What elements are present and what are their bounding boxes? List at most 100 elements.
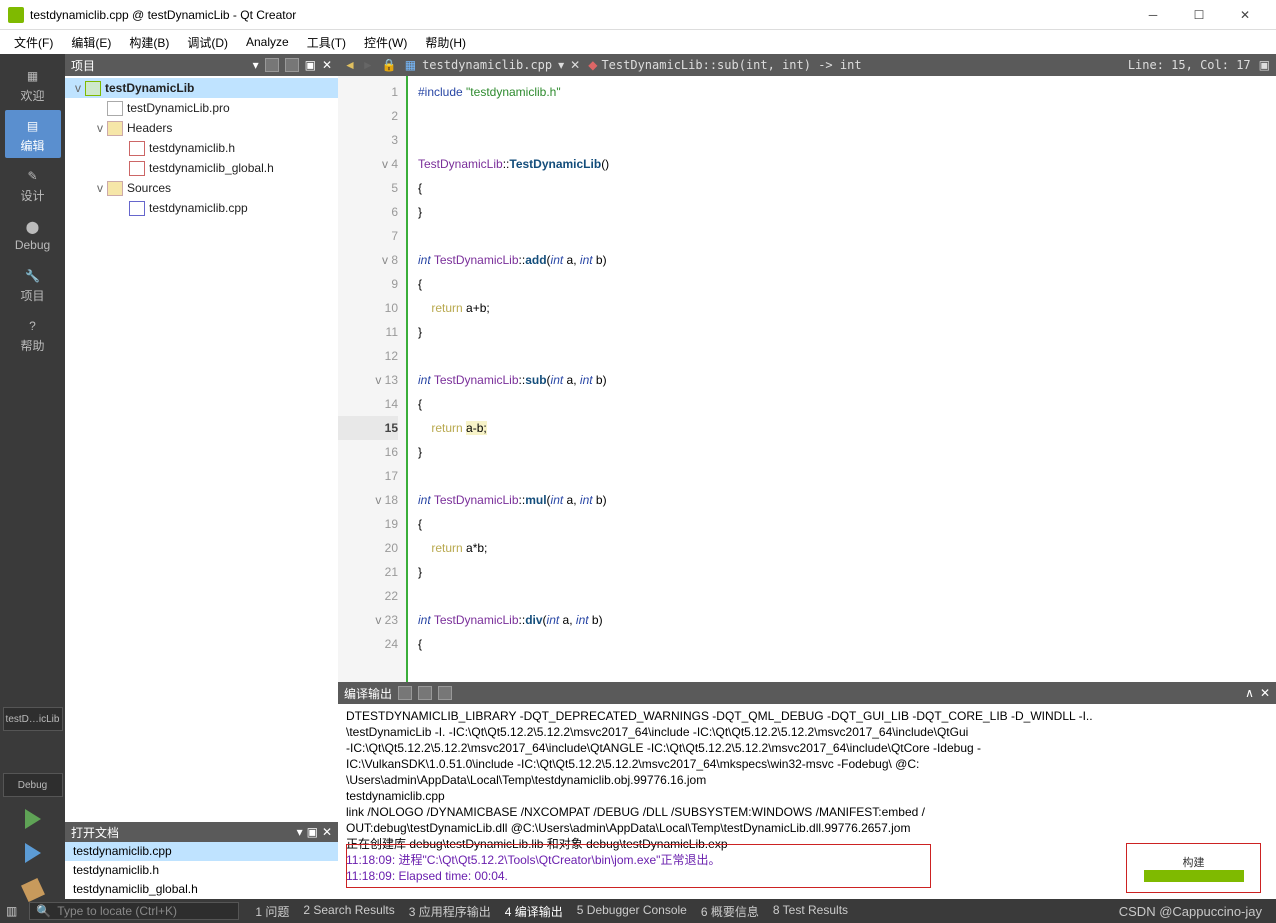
close-panel-icon[interactable]: ✕ xyxy=(322,825,332,839)
close-button[interactable]: ✕ xyxy=(1222,0,1268,30)
editor-context[interactable]: TestDynamicLib::sub(int, int) -> int xyxy=(601,58,861,72)
progress-bar xyxy=(1144,870,1244,882)
filter-icon[interactable] xyxy=(265,58,279,72)
tree-label: testDynamicLib xyxy=(105,81,194,95)
mode-label: Debug xyxy=(15,238,50,252)
tree-twisty[interactable]: v xyxy=(93,181,107,195)
status-tab[interactable]: 8 Test Results xyxy=(769,903,852,920)
close-panel-icon[interactable]: ✕ xyxy=(1260,686,1270,700)
wrench-icon: 🔧 xyxy=(22,265,44,287)
open-docs-list[interactable]: testdynamiclib.cpptestdynamiclib.htestdy… xyxy=(65,842,338,899)
dropdown-icon[interactable]: ▾ xyxy=(297,825,303,839)
pen-icon: ✎ xyxy=(22,165,44,187)
output-tool-icon[interactable] xyxy=(398,686,412,700)
tree-item[interactable]: testDynamicLib.pro xyxy=(65,98,338,118)
open-doc-item[interactable]: testdynamiclib_global.h xyxy=(65,880,338,899)
tree-twisty[interactable]: v xyxy=(93,121,107,135)
code-editor[interactable]: 1 2 3v 4 5 6 7v 8 9 10 11 12v 13 14 15 1… xyxy=(338,76,1276,682)
nav-back-icon[interactable]: ◄ xyxy=(344,58,356,72)
help-icon: ? xyxy=(22,315,44,337)
line-gutter[interactable]: 1 2 3v 4 5 6 7v 8 9 10 11 12v 13 14 15 1… xyxy=(338,76,408,682)
tree-icon xyxy=(107,121,123,136)
menu-item[interactable]: 调试(D) xyxy=(179,32,236,53)
tab-dropdown-icon[interactable]: ▾ xyxy=(558,58,564,72)
output-title: 编译输出 xyxy=(344,685,392,702)
mode-欢迎[interactable]: ▦欢迎 xyxy=(5,60,61,108)
tree-item[interactable]: testdynamiclib.h xyxy=(65,138,338,158)
menubar: 文件(F)编辑(E)构建(B)调试(D)Analyze工具(T)控件(W)帮助(… xyxy=(0,30,1276,54)
toggle-sidebar-icon[interactable]: ▥ xyxy=(6,904,17,918)
tree-icon xyxy=(129,141,145,156)
editor-tab-name[interactable]: testdynamiclib.cpp xyxy=(422,58,552,72)
kit-selector[interactable]: testD…icLib xyxy=(3,707,63,731)
build-mode[interactable]: Debug xyxy=(3,773,63,797)
status-tab[interactable]: 1 问题 xyxy=(251,903,293,920)
output-tool-icon[interactable] xyxy=(418,686,432,700)
tree-label: Sources xyxy=(127,181,171,195)
project-panel-title: 项目 xyxy=(71,57,95,74)
lock-icon[interactable]: 🔒 xyxy=(382,58,397,72)
mode-label: 欢迎 xyxy=(20,87,44,104)
build-progress-badge: 构建 xyxy=(1126,843,1261,893)
code-content[interactable]: #include "testdynamiclib.h" TestDynamicL… xyxy=(408,76,1276,682)
output-tool-icon[interactable] xyxy=(438,686,452,700)
status-tab[interactable]: 6 概要信息 xyxy=(697,903,763,920)
menu-item[interactable]: 文件(F) xyxy=(6,32,61,53)
project-tree[interactable]: v testDynamicLib testDynamicLib.pro v Header… xyxy=(65,76,338,822)
tree-icon xyxy=(129,201,145,216)
tab-close-icon[interactable]: ✕ xyxy=(570,58,580,72)
titlebar: testdynamiclib.cpp @ testDynamicLib - Qt… xyxy=(0,0,1276,30)
editor-linecol: Line: 15, Col: 17 xyxy=(1128,58,1251,72)
mode-编辑[interactable]: ▤编辑 xyxy=(5,110,61,158)
tree-item[interactable]: testdynamiclib.cpp xyxy=(65,198,338,218)
split-icon[interactable]: ▣ xyxy=(1259,58,1270,72)
debug-button[interactable] xyxy=(25,843,41,863)
status-tab[interactable]: 5 Debugger Console xyxy=(573,903,691,920)
status-tab[interactable]: 4 编译输出 xyxy=(501,903,567,920)
locator-input[interactable]: 🔍 Type to locate (Ctrl+K) xyxy=(29,902,239,920)
tree-twisty[interactable]: v xyxy=(71,81,85,95)
mode-帮助[interactable]: ?帮助 xyxy=(5,310,61,358)
close-panel-icon[interactable]: ✕ xyxy=(322,58,332,72)
run-button[interactable] xyxy=(25,809,41,829)
minimize-button[interactable]: ─ xyxy=(1130,0,1176,30)
mode-设计[interactable]: ✎设计 xyxy=(5,160,61,208)
tree-icon xyxy=(107,101,123,116)
menu-item[interactable]: 编辑(E) xyxy=(63,32,119,53)
tree-item[interactable]: v Headers xyxy=(65,118,338,138)
menu-item[interactable]: 帮助(H) xyxy=(417,32,474,53)
menu-item[interactable]: 构建(B) xyxy=(121,32,177,53)
dropdown-icon[interactable]: ▾ xyxy=(253,58,259,72)
split-icon[interactable]: ▣ xyxy=(307,825,318,839)
open-doc-item[interactable]: testdynamiclib.h xyxy=(65,861,338,880)
ctx-diamond-icon: ◆ xyxy=(588,58,597,72)
tree-icon xyxy=(129,161,145,176)
mode-Debug[interactable]: ⬤Debug xyxy=(5,210,61,258)
nav-fwd-icon[interactable]: ► xyxy=(362,58,374,72)
chevron-up-icon[interactable]: ∧ xyxy=(1245,686,1254,700)
status-tab[interactable]: 3 应用程序输出 xyxy=(405,903,495,920)
menu-item[interactable]: 控件(W) xyxy=(356,32,415,53)
file-icon: ▦ xyxy=(405,58,416,72)
output-header: 编译输出 ∧ ✕ xyxy=(338,682,1276,704)
maximize-button[interactable]: ☐ xyxy=(1176,0,1222,30)
locator-placeholder: Type to locate (Ctrl+K) xyxy=(57,904,177,918)
edit-icon: ▤ xyxy=(22,115,44,137)
status-tab[interactable]: 2 Search Results xyxy=(299,903,398,920)
link-icon[interactable] xyxy=(285,58,299,72)
grid-icon: ▦ xyxy=(22,65,44,87)
tree-item[interactable]: v Sources xyxy=(65,178,338,198)
open-docs-title: 打开文档 xyxy=(71,824,119,841)
tree-item[interactable]: testdynamiclib_global.h xyxy=(65,158,338,178)
tree-label: Headers xyxy=(127,121,172,135)
project-panel-header: 项目 ▾ ▣ ✕ xyxy=(65,54,338,76)
tree-item[interactable]: v testDynamicLib xyxy=(65,78,338,98)
window-title: testdynamiclib.cpp @ testDynamicLib - Qt… xyxy=(30,8,1130,22)
menu-item[interactable]: 工具(T) xyxy=(299,32,354,53)
open-doc-item[interactable]: testdynamiclib.cpp xyxy=(65,842,338,861)
mode-label: 设计 xyxy=(20,187,44,204)
mode-项目[interactable]: 🔧项目 xyxy=(5,260,61,308)
menu-item[interactable]: Analyze xyxy=(238,33,297,51)
build-label: 构建 xyxy=(1183,854,1205,870)
split-icon[interactable]: ▣ xyxy=(305,58,316,72)
